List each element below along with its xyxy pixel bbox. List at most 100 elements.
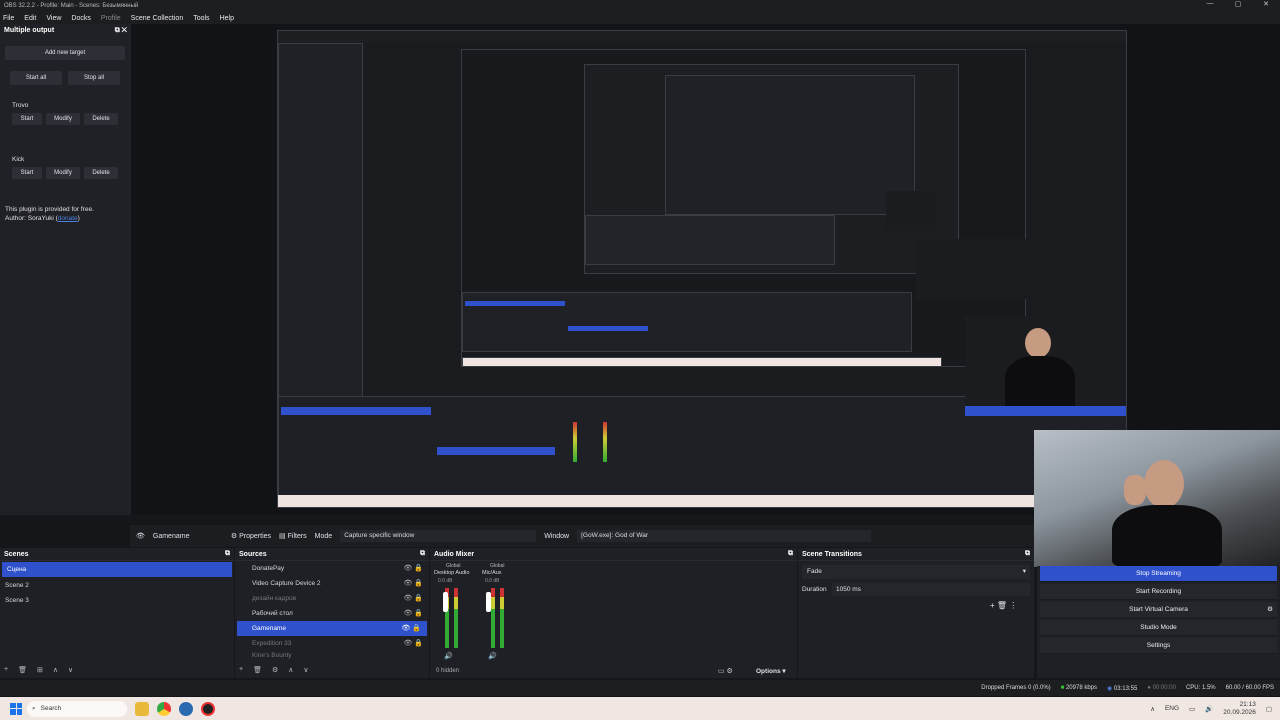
channel-name[interactable]: Desktop Audio (434, 570, 469, 576)
source-item[interactable]: Gamename 👁 🔒 (237, 621, 427, 636)
close-icon[interactable]: ✕ (122, 27, 127, 34)
scenes-header: Scenes ⧉ (0, 548, 234, 561)
menu-profile[interactable]: Profile (101, 15, 121, 22)
channel-tag: Global (446, 563, 461, 569)
network-icon[interactable]: ▭ (1189, 705, 1195, 713)
channel-name[interactable]: Mic/Aux (482, 570, 502, 576)
nested-taskbar (462, 357, 942, 367)
duration-input[interactable]: 1050 ms (832, 583, 1030, 596)
minimize-button[interactable]: — (1196, 0, 1224, 8)
down-icon[interactable]: ∨ (303, 666, 308, 674)
scene-item[interactable]: Scene 3 (0, 593, 234, 608)
mute-icon[interactable]: 🔊 (488, 652, 497, 660)
gear-icon[interactable]: ⚙ (272, 666, 278, 674)
taskbar-search[interactable]: ⌕ Search (27, 700, 127, 717)
trovo-start-button[interactable]: Start (12, 113, 42, 125)
kick-delete-button[interactable]: Delete (84, 167, 118, 179)
menu-tools[interactable]: Tools (193, 15, 209, 22)
volume-fader[interactable] (486, 592, 491, 612)
source-item[interactable]: Video Capture Device 2 👁 🔒 (235, 576, 429, 591)
dock-float-icon[interactable]: ⧉ (420, 550, 425, 558)
menu-help[interactable]: Help (220, 15, 234, 22)
menu-docks[interactable]: Docks (71, 15, 90, 22)
author-prefix: Author: SoraYuki ( (5, 215, 58, 222)
close-button[interactable]: ✕ (1252, 0, 1280, 8)
chevron-up-icon[interactable]: ∧ (1150, 705, 1155, 713)
trovo-delete-button[interactable]: Delete (84, 113, 118, 125)
dock-float-icon[interactable]: ⧉ (1025, 550, 1030, 558)
studio-mode-button[interactable]: Studio Mode (1040, 620, 1277, 636)
filter-icon[interactable]: ⊞ (37, 666, 43, 674)
volume-fader[interactable] (443, 592, 448, 612)
plugin-author: Author: SoraYuki (donate) (5, 215, 80, 222)
stop-streaming-button[interactable]: Stop Streaming (1040, 566, 1277, 582)
up-icon[interactable]: ∧ (53, 666, 58, 674)
dock-float-icon[interactable]: ⧉ (225, 550, 230, 558)
start-recording-button[interactable]: Start Recording (1040, 584, 1277, 600)
notification-icon[interactable]: ▢ (1266, 705, 1272, 713)
target-name-trovo: Trovo (12, 102, 29, 109)
sources-dock: Sources ⧉ DonatePay 👁 🔒 Video Capture Devi… (235, 548, 429, 678)
steam-icon[interactable] (179, 701, 193, 716)
volume-icon[interactable]: 🔊 (1205, 705, 1213, 713)
settings-button[interactable]: Settings (1040, 638, 1277, 654)
menu-file[interactable]: File (3, 15, 14, 22)
window-select[interactable]: [GoW.exe]: God of War (577, 530, 872, 542)
language-indicator[interactable]: ENG (1165, 705, 1179, 712)
visibility-lock-icons[interactable]: 👁 🔒 (403, 561, 423, 576)
visibility-lock-icons[interactable]: 👁 🔒 (403, 606, 423, 621)
down-icon[interactable]: ∨ (68, 666, 73, 674)
float-icon[interactable]: ⧉ (115, 27, 120, 34)
visibility-lock-icons[interactable]: 👁 🔒 (403, 636, 423, 651)
controls-dock: Stop Streaming Start Recording Start Vir… (1037, 566, 1280, 678)
scene-item[interactable]: Сцена (2, 562, 232, 577)
menu-view[interactable]: View (46, 15, 61, 22)
status-bar: Dropped Frames 0 (0.0%) ■ 20978 kbps ◉ 0… (0, 680, 1280, 696)
gear-icon[interactable]: ⚙ (1267, 602, 1273, 618)
transition-tools[interactable]: + 🗑 ⋮ (990, 601, 1017, 610)
properties-button[interactable]: ⚙ Properties (231, 532, 271, 540)
mode-select[interactable]: Capture specific window (340, 530, 537, 542)
menu-bar: File Edit View Docks Profile Scene Colle… (0, 12, 1280, 24)
gear-icon: ⚙ (230, 533, 238, 540)
donate-link[interactable]: donate (58, 215, 78, 222)
source-item[interactable]: Рабочий стол 👁 🔒 (235, 606, 429, 621)
trash-icon[interactable]: 🗑 (253, 666, 262, 674)
trovo-modify-button[interactable]: Modify (46, 113, 80, 125)
kick-modify-button[interactable]: Modify (46, 167, 80, 179)
mixer-options-button[interactable]: Options ▾ (756, 667, 786, 675)
windows-start-icon[interactable] (10, 702, 22, 715)
visibility-lock-icons[interactable]: 👁 🔒 (401, 621, 421, 636)
start-virtual-camera-button[interactable]: Start Virtual Camera ⚙ (1040, 602, 1277, 618)
source-item[interactable]: DonatePay 👁 🔒 (235, 561, 429, 576)
visibility-lock-icons[interactable]: 👁 🔒 (403, 591, 423, 606)
stop-all-button[interactable]: Stop all (68, 71, 120, 85)
mixer-tools[interactable]: ▭ ⚙ (718, 667, 733, 675)
kick-start-button[interactable]: Start (12, 167, 42, 179)
source-item[interactable]: Expedition 33 👁 🔒 (235, 636, 429, 651)
obs-icon[interactable] (201, 701, 215, 716)
chrome-icon[interactable] (157, 701, 171, 716)
source-name: Kine's Bounty (252, 652, 292, 659)
filters-button[interactable]: ▤ Filters (279, 532, 307, 540)
clock[interactable]: 21:13 20.09.2026 (1223, 701, 1256, 717)
scene-item[interactable]: Scene 2 (0, 578, 234, 593)
source-item[interactable]: дизайн кадров 👁 🔒 (235, 591, 429, 606)
add-target-button[interactable]: Add new target (5, 46, 125, 60)
mute-icon[interactable]: 🔊 (444, 652, 453, 660)
menu-edit[interactable]: Edit (24, 15, 36, 22)
maximize-button[interactable]: ▢ (1224, 0, 1252, 8)
visibility-lock-icons[interactable]: 👁 🔒 (403, 576, 423, 591)
transition-select[interactable]: Fade ▾ (802, 565, 1030, 579)
preview-scrollbar[interactable] (0, 515, 1034, 523)
menu-scene-collection[interactable]: Scene Collection (131, 15, 184, 22)
dock-float-icon[interactable]: ⧉ (788, 550, 793, 558)
transition-value: Fade (807, 568, 822, 575)
source-item[interactable]: Kine's Bounty (235, 651, 429, 661)
start-all-button[interactable]: Start all (10, 71, 62, 85)
file-explorer-icon[interactable] (135, 701, 149, 716)
add-icon[interactable]: + (4, 666, 8, 674)
trash-icon[interactable]: 🗑 (18, 666, 27, 674)
add-icon[interactable]: + (239, 666, 243, 674)
up-icon[interactable]: ∧ (288, 666, 293, 674)
